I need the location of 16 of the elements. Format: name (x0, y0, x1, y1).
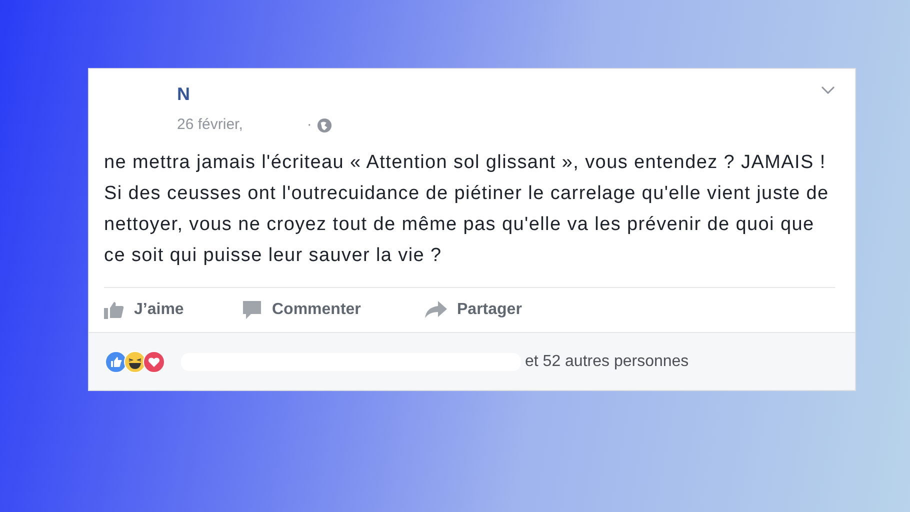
reactions-summary[interactable]: et 52 autres personnes (525, 350, 689, 374)
separator: · (306, 115, 312, 135)
like-button[interactable]: J’aime (104, 298, 242, 322)
comment-button[interactable]: Commenter (242, 298, 425, 322)
thumbs-up-icon (104, 301, 124, 319)
globe-icon (316, 118, 332, 133)
like-reaction-icon (105, 350, 127, 372)
heart-reaction-icon (143, 350, 165, 372)
chevron-down-icon[interactable] (821, 86, 835, 94)
speech-bubble-icon (242, 300, 262, 320)
share-arrow-icon (425, 301, 447, 319)
share-button[interactable]: Partager (425, 298, 522, 322)
post-text: ne mettra jamais l'écriteau « Attention sol glissant », vous entendez ? JAMAIS ! Si des ceusses ont l'outrecuidance de piétiner le carrelage qu'elle vient juste de nettoyer, vous ne croyez tout de même pas qu'elle va les prévenir de quoi que ce soit qui puisse leur sauver la vie ? (103, 151, 830, 268)
laughing-emoji-icon (124, 350, 146, 372)
post-date[interactable]: 26 février, (177, 114, 243, 136)
author-name[interactable]: N (177, 83, 855, 105)
